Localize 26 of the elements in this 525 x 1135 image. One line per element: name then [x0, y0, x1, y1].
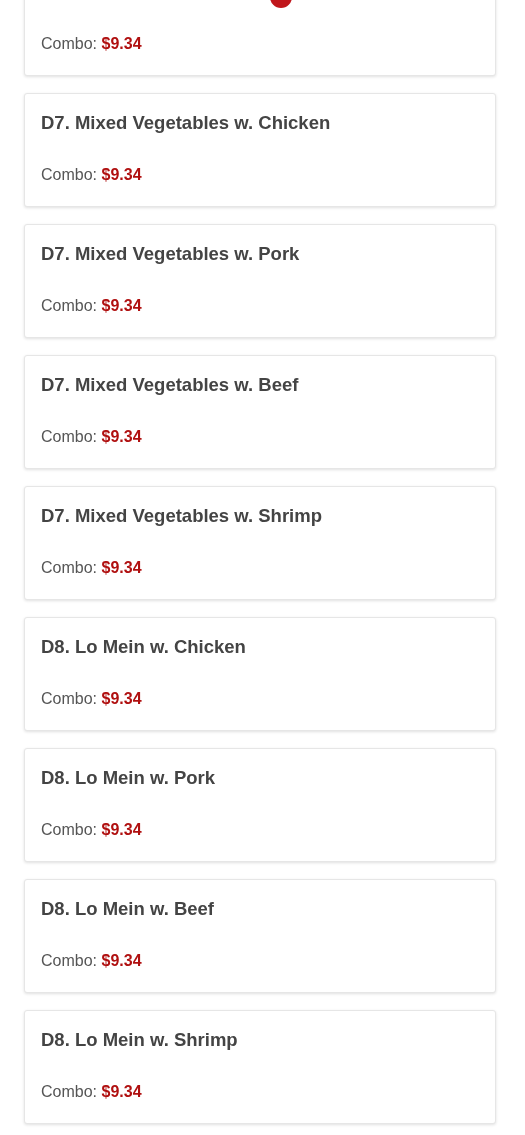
menu-item-card[interactable]: D7. Mixed Vegetables w. Shrimp Combo: $9.34 [24, 486, 496, 600]
item-name: D8. Lo Mein w. Pork [41, 767, 216, 789]
menu-item-card[interactable]: D7. Mixed Vegetables w. Chicken Combo: $9.34 [24, 93, 496, 207]
menu-item-card[interactable]: D8. Lo Mein w. Chicken Combo: $9.34 [24, 617, 496, 731]
item-name: D7. Mixed Vegetables w. Beef [41, 374, 299, 396]
menu-item-card[interactable]: D8. Lo Mein w. Shrimp Combo: $9.34 [24, 1010, 496, 1124]
item-name: D7. Mixed Vegetables w. Shrimp [41, 505, 322, 527]
item-name: D8. Lo Mein w. Beef [41, 898, 215, 920]
item-name: D8. Lo Mein w. Shrimp [41, 1029, 238, 1051]
item-name: D7. Mixed Vegetables w. Pork [41, 243, 300, 265]
combo-price: Combo: $9.34 [41, 165, 143, 185]
combo-price: Combo: $9.34 [41, 689, 143, 709]
menu-item-card[interactable]: D8. Lo Mein w. Beef Combo: $9.34 [24, 879, 496, 993]
combo-price: Combo: $9.34 [41, 951, 143, 971]
item-name: D8. Lo Mein w. Chicken [41, 636, 246, 658]
menu-item-card[interactable]: Combo: $9.34 [24, 0, 496, 76]
menu-item-card[interactable]: D8. Lo Mein w. Pork Combo: $9.34 [24, 748, 496, 862]
item-name: D7. Mixed Vegetables w. Chicken [41, 112, 331, 134]
combo-price: Combo: $9.34 [41, 558, 143, 578]
combo-price: Combo: $9.34 [41, 34, 143, 54]
menu-item-card[interactable]: D7. Mixed Vegetables w. Pork Combo: $9.34 [24, 224, 496, 338]
menu-item-card[interactable]: D7. Mixed Vegetables w. Beef Combo: $9.34 [24, 355, 496, 469]
combo-price: Combo: $9.34 [41, 427, 143, 447]
combo-price: Combo: $9.34 [41, 820, 143, 840]
combo-price: Combo: $9.34 [41, 1082, 143, 1102]
combo-price: Combo: $9.34 [41, 296, 143, 316]
